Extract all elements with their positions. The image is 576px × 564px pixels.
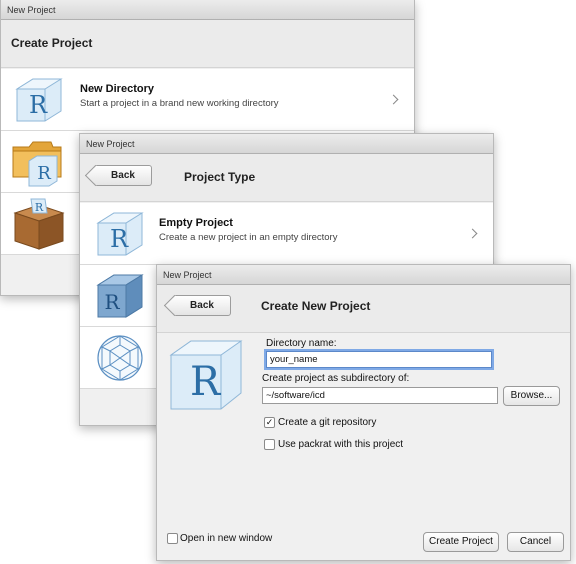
packrat-checkbox[interactable] (264, 439, 275, 450)
window-create-new-project: New Project Back Create New Project R Di… (156, 264, 571, 561)
row-title: New Directory (80, 83, 154, 95)
subdirectory-label: Create project as subdirectory of: (262, 373, 410, 384)
svg-text:R: R (37, 163, 51, 184)
shiny-sphere-icon (97, 335, 143, 381)
cancel-button[interactable]: Cancel (507, 532, 564, 552)
directory-name-input[interactable] (266, 351, 492, 368)
open-new-window-checkbox[interactable] (167, 533, 178, 544)
header: Back Create New Project (157, 285, 570, 333)
r-cube-icon: R (96, 212, 144, 256)
r-cube-icon: R (169, 340, 243, 410)
open-new-window-label: Open in new window (180, 533, 273, 544)
window-titlebar: New Project (1, 0, 414, 20)
svg-text:R: R (110, 225, 129, 253)
page-title: Create Project (11, 36, 93, 50)
r-cube-icon: R (15, 78, 63, 122)
chevron-right-icon (467, 228, 478, 239)
r-package-cube-icon: R (96, 274, 144, 318)
back-button[interactable]: Back (94, 165, 152, 186)
packrat-checkbox-label: Use packrat with this project (278, 439, 404, 450)
header: Create Project (1, 20, 414, 68)
git-checkbox[interactable]: ✓ (264, 417, 275, 428)
package-box-icon: R (13, 198, 65, 250)
folder-r-icon: R (12, 141, 62, 187)
header: Back Project Type (80, 154, 493, 202)
browse-button[interactable]: Browse... (503, 386, 560, 406)
svg-text:R: R (104, 290, 120, 314)
list-item-empty-project[interactable]: R Empty Project Create a new project in … (80, 203, 493, 265)
back-button-label: Back (190, 300, 214, 311)
svg-text:R: R (35, 201, 44, 214)
row-subtitle: Start a project in a brand new working d… (80, 98, 279, 109)
subdirectory-input[interactable] (262, 387, 498, 404)
svg-text:R: R (190, 359, 222, 405)
back-button-label: Back (111, 170, 135, 181)
window-titlebar: New Project (80, 134, 493, 154)
back-button[interactable]: Back (173, 295, 231, 316)
create-project-button[interactable]: Create Project (423, 532, 499, 552)
window-titlebar: New Project (157, 265, 570, 285)
svg-text:R: R (29, 91, 48, 119)
row-title: Empty Project (159, 217, 233, 229)
chevron-right-icon (388, 94, 399, 105)
directory-name-label: Directory name: (266, 338, 337, 349)
page-title: Create New Project (261, 299, 371, 313)
git-checkbox-label: Create a git repository (278, 417, 377, 428)
row-subtitle: Create a new project in an empty directo… (159, 232, 338, 243)
page-title: Project Type (184, 170, 256, 184)
list-item-new-directory[interactable]: R New Directory Start a project in a bra… (1, 69, 414, 131)
